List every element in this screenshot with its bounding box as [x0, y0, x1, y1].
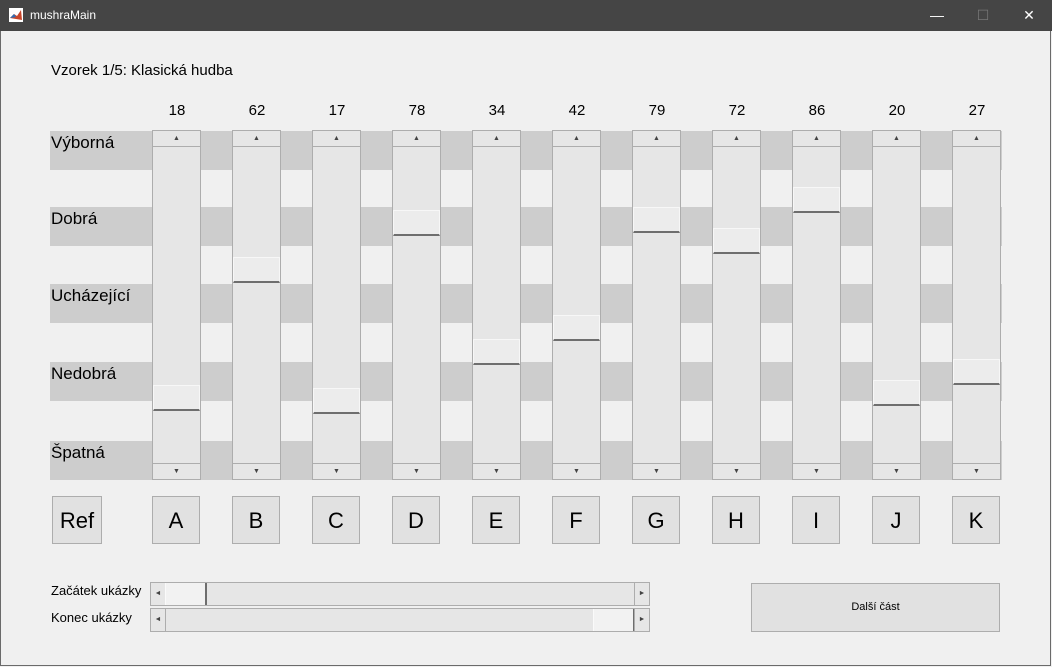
- matlab-app-icon: [9, 8, 23, 22]
- play-button-c[interactable]: C: [312, 496, 360, 544]
- rating-slider-f[interactable]: ▲ ▼: [552, 130, 601, 480]
- score-value-g: 79: [648, 102, 666, 119]
- score-value-a: 18: [168, 102, 186, 119]
- score-value-e: 34: [488, 102, 506, 119]
- slider-up-arrow-icon[interactable]: ▲: [553, 131, 600, 147]
- slider-down-arrow-icon[interactable]: ▼: [153, 463, 200, 479]
- close-button[interactable]: ✕: [1006, 0, 1052, 31]
- title-bar: mushraMain — ☐ ✕: [0, 0, 1052, 31]
- minimize-button[interactable]: —: [914, 0, 960, 31]
- play-button-j[interactable]: J: [872, 496, 920, 544]
- slider-up-arrow-icon[interactable]: ▲: [313, 131, 360, 147]
- play-button-g[interactable]: G: [632, 496, 680, 544]
- rating-label-excellent: Výborná: [51, 133, 115, 152]
- window-title: mushraMain: [30, 8, 97, 22]
- slider-down-arrow-icon[interactable]: ▼: [953, 463, 1000, 479]
- slider-thumb-b[interactable]: [233, 256, 280, 283]
- play-button-d[interactable]: D: [392, 496, 440, 544]
- play-button-e[interactable]: E: [472, 496, 520, 544]
- slider-down-arrow-icon[interactable]: ▼: [393, 463, 440, 479]
- slider-down-arrow-icon[interactable]: ▼: [233, 463, 280, 479]
- end-seek-slider[interactable]: ◄ ►: [150, 608, 650, 632]
- slider-up-arrow-icon[interactable]: ▲: [793, 131, 840, 147]
- slider-thumb-j[interactable]: [873, 379, 920, 406]
- slider-up-arrow-icon[interactable]: ▲: [233, 131, 280, 147]
- slider-down-arrow-icon[interactable]: ▼: [713, 463, 760, 479]
- start-seek-label: Začátek ukázky: [51, 583, 142, 598]
- rating-slider-e[interactable]: ▲ ▼: [472, 130, 521, 480]
- scroll-right-arrow-icon[interactable]: ►: [634, 609, 649, 631]
- sample-title: Vzorek 1/5: Klasická hudba: [51, 62, 233, 79]
- rating-slider-a[interactable]: ▲ ▼: [152, 130, 201, 480]
- score-value-i: 86: [808, 102, 826, 119]
- slider-thumb-a[interactable]: [153, 385, 200, 412]
- rating-slider-b[interactable]: ▲ ▼: [232, 130, 281, 480]
- start-seek-slider[interactable]: ◄ ►: [150, 582, 650, 606]
- score-value-f: 42: [568, 102, 586, 119]
- rating-slider-c[interactable]: ▲ ▼: [312, 130, 361, 480]
- scroll-left-arrow-icon[interactable]: ◄: [151, 583, 166, 605]
- slider-down-arrow-icon[interactable]: ▼: [473, 463, 520, 479]
- slider-up-arrow-icon[interactable]: ▲: [873, 131, 920, 147]
- slider-thumb-h[interactable]: [713, 227, 760, 254]
- slider-up-arrow-icon[interactable]: ▲: [473, 131, 520, 147]
- score-value-b: 62: [248, 102, 266, 119]
- slider-up-arrow-icon[interactable]: ▲: [713, 131, 760, 147]
- slider-down-arrow-icon[interactable]: ▼: [553, 463, 600, 479]
- play-button-b[interactable]: B: [232, 496, 280, 544]
- slider-down-arrow-icon[interactable]: ▼: [313, 463, 360, 479]
- play-button-a[interactable]: A: [152, 496, 200, 544]
- rating-slider-h[interactable]: ▲ ▼: [712, 130, 761, 480]
- slider-thumb-c[interactable]: [313, 388, 360, 415]
- maximize-button[interactable]: ☐: [960, 0, 1006, 31]
- slider-up-arrow-icon[interactable]: ▲: [633, 131, 680, 147]
- slider-thumb-e[interactable]: [473, 338, 520, 365]
- slider-up-arrow-icon[interactable]: ▲: [393, 131, 440, 147]
- play-button-i[interactable]: I: [792, 496, 840, 544]
- score-value-k: 27: [968, 102, 986, 119]
- score-value-c: 17: [328, 102, 346, 119]
- slider-thumb-i[interactable]: [793, 186, 840, 213]
- slider-up-arrow-icon[interactable]: ▲: [953, 131, 1000, 147]
- slider-thumb-k[interactable]: [953, 359, 1000, 386]
- score-value-j: 20: [888, 102, 906, 119]
- rating-label-good: Dobrá: [51, 209, 98, 228]
- rating-slider-i[interactable]: ▲ ▼: [792, 130, 841, 480]
- play-button-f[interactable]: F: [552, 496, 600, 544]
- slider-thumb-f[interactable]: [553, 315, 600, 342]
- end-seek-thumb[interactable]: [593, 609, 635, 631]
- ref-play-button[interactable]: Ref: [52, 496, 102, 544]
- rating-label-poor: Nedobrá: [51, 364, 117, 383]
- rating-slider-d[interactable]: ▲ ▼: [392, 130, 441, 480]
- slider-thumb-g[interactable]: [633, 207, 680, 234]
- end-seek-label: Konec ukázky: [51, 610, 132, 625]
- rating-label-fair: Ucházející: [51, 286, 131, 305]
- next-part-button[interactable]: Další část: [751, 583, 1000, 632]
- scroll-left-arrow-icon[interactable]: ◄: [151, 609, 166, 631]
- scroll-right-arrow-icon[interactable]: ►: [634, 583, 649, 605]
- rating-slider-j[interactable]: ▲ ▼: [872, 130, 921, 480]
- slider-thumb-d[interactable]: [393, 210, 440, 237]
- rating-label-bad: Špatná: [51, 443, 105, 462]
- start-seek-thumb[interactable]: [165, 583, 207, 605]
- play-button-k[interactable]: K: [952, 496, 1000, 544]
- slider-up-arrow-icon[interactable]: ▲: [153, 131, 200, 147]
- play-button-h[interactable]: H: [712, 496, 760, 544]
- slider-down-arrow-icon[interactable]: ▼: [633, 463, 680, 479]
- score-value-d: 78: [408, 102, 426, 119]
- slider-down-arrow-icon[interactable]: ▼: [873, 463, 920, 479]
- rating-slider-g[interactable]: ▲ ▼: [632, 130, 681, 480]
- rating-slider-k[interactable]: ▲ ▼: [952, 130, 1001, 480]
- score-value-h: 72: [728, 102, 746, 119]
- slider-down-arrow-icon[interactable]: ▼: [793, 463, 840, 479]
